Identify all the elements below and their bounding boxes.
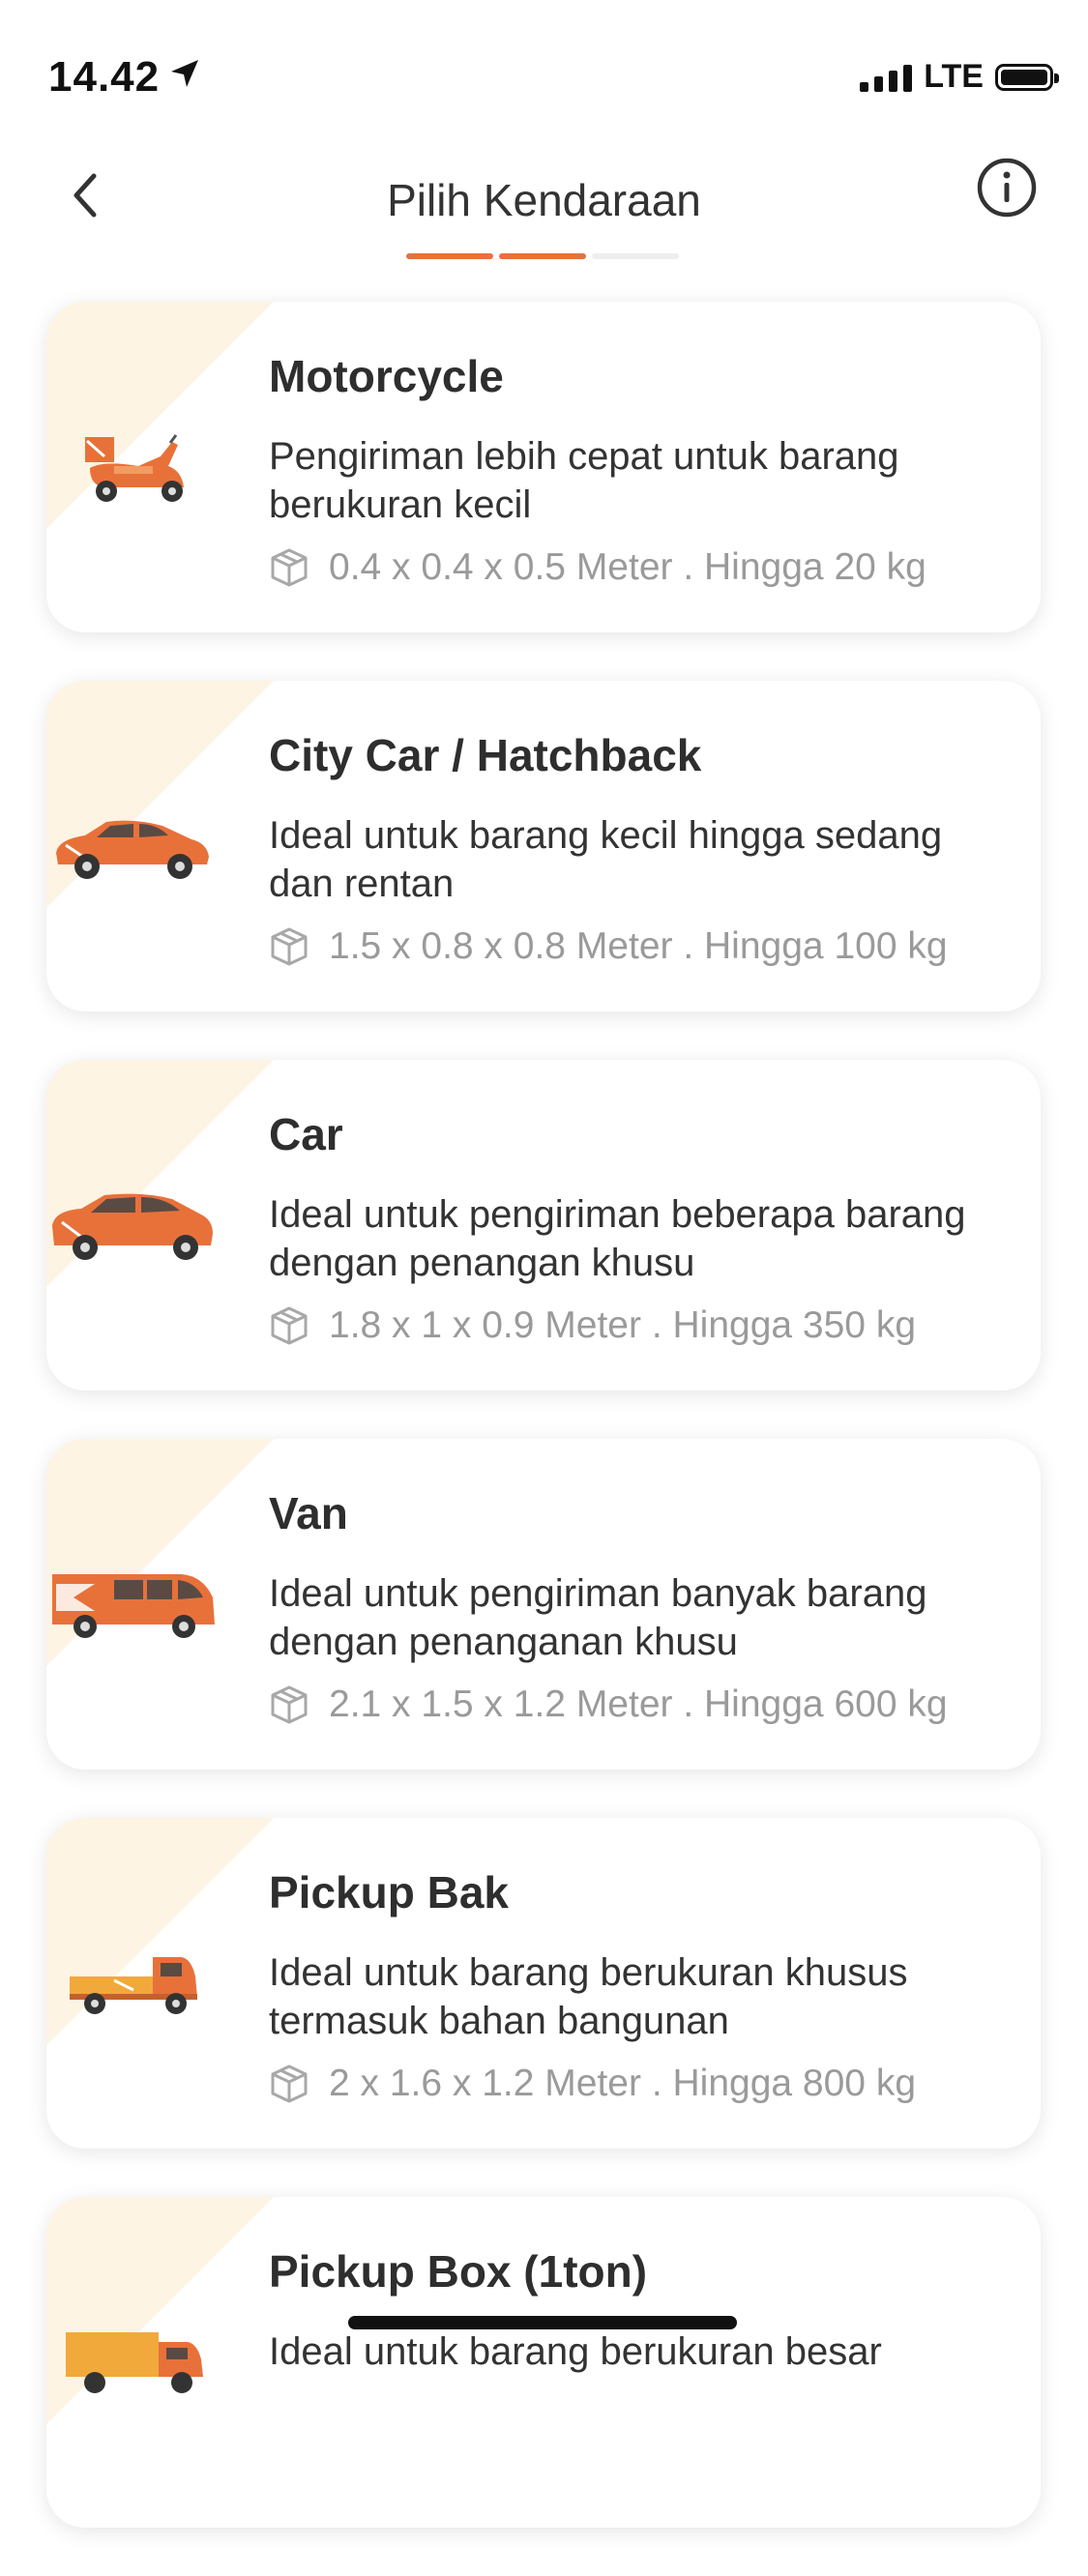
box-icon: [271, 1685, 308, 1724]
pickup-icon: [70, 1957, 197, 2014]
battery-icon: [995, 63, 1059, 91]
pickup-box-icon: [66, 2332, 203, 2393]
vehicle-card-pickup-bak[interactable]: Pickup Bak Ideal untuk barang berukuran …: [46, 1818, 1041, 2149]
info-button[interactable]: [976, 157, 1038, 219]
vehicle-description: Ideal untuk pengiriman beberapa barang d…: [269, 1193, 966, 1284]
progress-stepper: [406, 253, 679, 259]
hatchback-icon: [56, 820, 209, 879]
box-icon: [271, 2064, 308, 2103]
vehicle-spec: 2 x 1.6 x 1.2 Meter . Hingga 800 kg: [269, 2063, 977, 2105]
step-indicator: [406, 253, 493, 259]
vehicle-name: City Car / Hatchback: [269, 730, 702, 780]
vehicle-card-motorcycle[interactable]: Motorcycle Pengiriman lebih cepat untuk …: [46, 302, 1041, 632]
location-arrow-icon: [171, 60, 198, 87]
step-indicator: [592, 253, 679, 259]
vehicle-card-van[interactable]: Van Ideal untuk pengiriman banyak barang…: [46, 1439, 1041, 1770]
vehicle-card-car[interactable]: Car Ideal untuk pengiriman beberapa bara…: [46, 1060, 1041, 1390]
vehicle-spec-text: 1.8 x 1 x 0.9 Meter . Hingga 350 kg: [329, 1304, 917, 1346]
vehicle-description: Ideal untuk barang berukuran besar: [269, 2330, 882, 2373]
box-icon: [271, 927, 308, 966]
vehicle-description: Ideal untuk pengiriman banyak barang den…: [269, 1572, 927, 1663]
vehicle-name: Van: [269, 1488, 348, 1538]
vehicle-spec: 0.4 x 0.4 x 0.5 Meter . Hingga 20 kg: [269, 546, 977, 589]
vehicle-name: Pickup Bak: [269, 1867, 509, 1917]
vehicle-name: Car: [269, 1109, 343, 1159]
status-indicators: LTE: [860, 58, 1059, 96]
vehicle-spec: 1.8 x 1 x 0.9 Meter . Hingga 350 kg: [269, 1304, 977, 1347]
home-indicator[interactable]: [348, 2316, 737, 2329]
vehicle-name: Pickup Box (1ton): [269, 2246, 648, 2297]
vehicle-description: Ideal untuk barang berukuran khusus term…: [269, 1951, 908, 2042]
cellular-signal-icon: [860, 63, 913, 92]
vehicle-description: Pengiriman lebih cepat untuk barang beru…: [269, 435, 899, 526]
vehicle-spec-text: 2.1 x 1.5 x 1.2 Meter . Hingga 600 kg: [329, 1683, 948, 1725]
box-icon: [271, 1306, 308, 1345]
page-title: Pilih Kendaraan: [387, 175, 701, 225]
vehicle-card-city-car[interactable]: City Car / Hatchback Ideal untuk barang …: [46, 681, 1041, 1011]
vehicle-list: Motorcycle Pengiriman lebih cepat untuk …: [46, 302, 1041, 2576]
vehicle-spec-text: 1.5 x 0.8 x 0.8 Meter . Hingga 100 kg: [329, 925, 948, 967]
vehicle-card-pickup-box[interactable]: Pickup Box (1ton) Ideal untuk barang ber…: [46, 2197, 1041, 2528]
vehicle-spec: 1.5 x 0.8 x 0.8 Meter . Hingga 100 kg: [269, 925, 977, 968]
box-icon: [271, 548, 308, 587]
info-icon: [977, 158, 1037, 218]
status-time: 14.42: [48, 53, 161, 101]
vehicle-description: Ideal untuk barang kecil hingga sedang d…: [269, 814, 943, 905]
motorcycle-icon: [85, 434, 184, 502]
navigation-header: Pilih Kendaraan: [0, 145, 1088, 271]
vehicle-spec-text: 2 x 1.6 x 1.2 Meter . Hingga 800 kg: [329, 2063, 917, 2104]
car-icon: [52, 1193, 213, 1260]
step-indicator: [499, 253, 586, 259]
vehicle-spec-text: 0.4 x 0.4 x 0.5 Meter . Hingga 20 kg: [329, 546, 926, 588]
vehicle-spec: 2.1 x 1.5 x 1.2 Meter . Hingga 600 kg: [269, 1683, 977, 1726]
status-bar: 14.42 LTE: [0, 0, 1088, 145]
network-type: LTE: [924, 58, 984, 95]
van-icon: [52, 1574, 215, 1638]
vehicle-name: Motorcycle: [269, 351, 504, 401]
